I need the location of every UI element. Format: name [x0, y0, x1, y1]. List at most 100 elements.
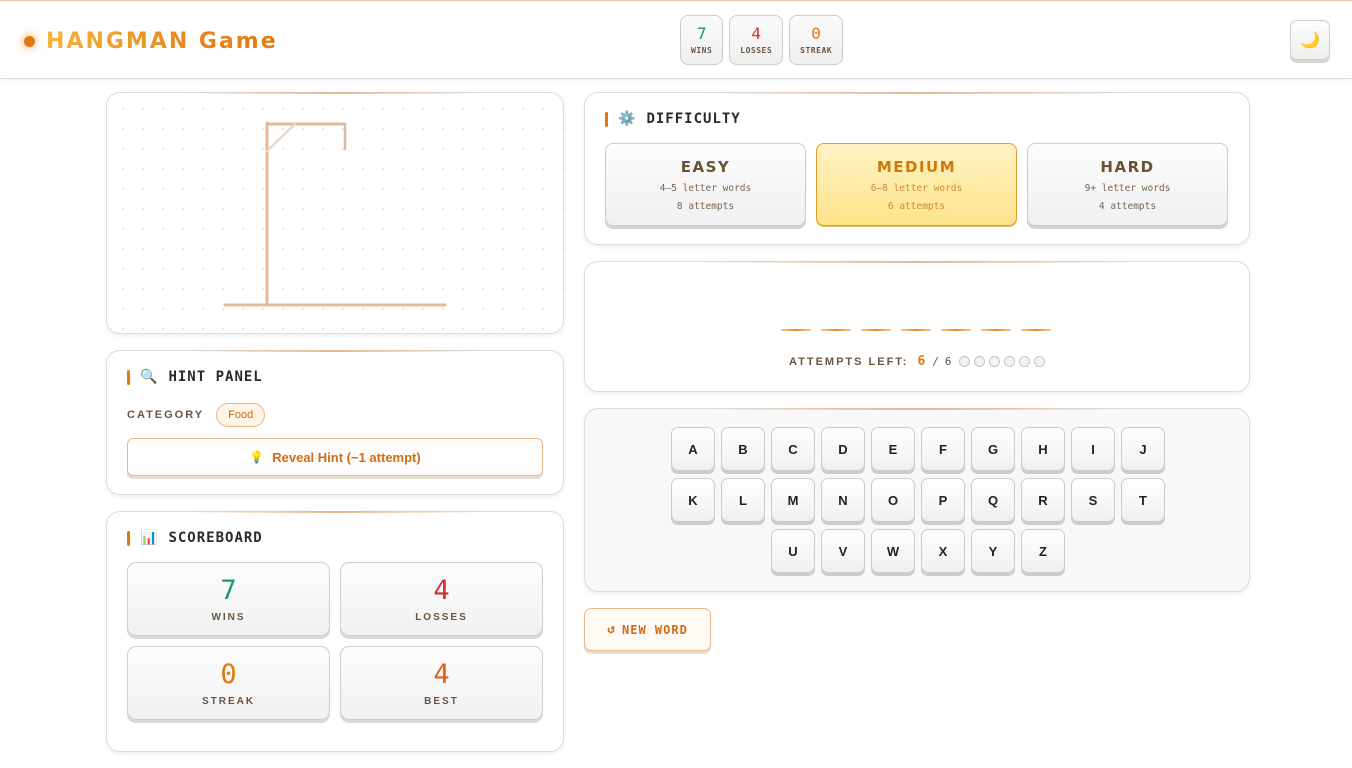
letter-slot: [981, 329, 1011, 331]
score-value: 4: [433, 658, 450, 690]
score-wins: 7 WINS: [127, 562, 330, 636]
attempt-dot: [1018, 356, 1030, 367]
scoreboard-title: 📊 SCOREBOARD: [127, 530, 263, 546]
letter-slot: [861, 329, 891, 331]
difficulty-easy-button[interactable]: EASY 4–5 letter words 8 attempts: [605, 143, 806, 226]
key-m[interactable]: M: [771, 478, 815, 522]
magnifier-icon: 🔍: [140, 369, 159, 385]
refresh-icon: ↺: [607, 622, 617, 637]
title-accent-bar: [127, 530, 130, 546]
category-row: CATEGORY Food: [127, 403, 266, 427]
key-e[interactable]: E: [871, 427, 915, 471]
word-letter-slots: [781, 329, 1051, 331]
key-o[interactable]: O: [871, 478, 915, 522]
scoreboard-panel: 📊 SCOREBOARD 7 WINS 4 LOSSES 0 STREAK 4 …: [106, 511, 564, 752]
header-stat-value: 0: [811, 24, 821, 43]
difficulty-attempts: 6 attempts: [887, 200, 946, 212]
key-b[interactable]: B: [721, 427, 765, 471]
key-z[interactable]: Z: [1021, 529, 1065, 573]
key-i[interactable]: I: [1071, 427, 1115, 471]
key-k[interactable]: K: [671, 478, 715, 522]
attempts-left-value: 6: [917, 354, 926, 369]
header-stat-label: LOSSES: [740, 46, 773, 55]
difficulty-words: 6–8 letter words: [870, 182, 963, 194]
reveal-hint-button[interactable]: 💡 Reveal Hint (−1 attempt): [127, 438, 543, 476]
key-d[interactable]: D: [821, 427, 865, 471]
scoreboard-heading: SCOREBOARD: [168, 530, 263, 546]
difficulty-medium-button[interactable]: MEDIUM 6–8 letter words 6 attempts: [816, 143, 1017, 226]
difficulty-title: ⚙️ DIFFICULTY: [605, 111, 741, 127]
app-logo: HANGMAN Game: [24, 27, 278, 55]
score-value: 0: [220, 658, 237, 690]
header-stat-value: 7: [696, 24, 707, 43]
key-u[interactable]: U: [771, 529, 815, 573]
key-r[interactable]: R: [1021, 478, 1065, 522]
header-stats: 7 WINS 4 LOSSES 0 STREAK: [680, 15, 844, 65]
key-q[interactable]: Q: [971, 478, 1015, 522]
key-h[interactable]: H: [1021, 427, 1065, 471]
keyboard-row: ABCDEFGHIJ: [585, 427, 1251, 471]
keyboard-row: UVWXYZ: [585, 529, 1251, 573]
difficulty-attempts: 8 attempts: [676, 200, 735, 212]
key-l[interactable]: L: [721, 478, 765, 522]
moon-icon: 🌙: [1300, 32, 1320, 49]
key-x[interactable]: X: [921, 529, 965, 573]
gear-icon: ⚙️: [618, 111, 637, 127]
difficulty-words: 4–5 letter words: [659, 182, 752, 194]
app-title: HANGMAN Game: [46, 28, 278, 54]
key-t[interactable]: T: [1121, 478, 1165, 522]
keyboard-row: KLMNOPQRST: [585, 478, 1251, 522]
key-w[interactable]: W: [871, 529, 915, 573]
word-panel: ATTEMPTS LEFT: 6 / 6: [584, 261, 1250, 392]
difficulty-heading: DIFFICULTY: [646, 111, 741, 127]
header-stat-streak: 0 STREAK: [789, 15, 844, 65]
attempt-dot: [958, 356, 970, 367]
gallows-panel: [106, 92, 564, 334]
key-p[interactable]: P: [921, 478, 965, 522]
key-y[interactable]: Y: [971, 529, 1015, 573]
letter-slot: [781, 329, 811, 331]
score-best: 4 BEST: [340, 646, 543, 720]
reveal-hint-label: Reveal Hint (−1 attempt): [272, 449, 421, 465]
key-f[interactable]: F: [921, 427, 965, 471]
bar-chart-icon: 📊: [140, 530, 159, 546]
score-label: STREAK: [201, 695, 256, 707]
attempts-dots: [958, 356, 1045, 367]
attempts-label: ATTEMPTS LEFT:: [789, 355, 909, 368]
score-label: BEST: [424, 695, 459, 707]
score-value: 4: [433, 574, 450, 606]
header-stat-losses: 4 LOSSES: [729, 15, 784, 65]
app-header: HANGMAN Game 7 WINS 4 LOSSES 0 STREAK 🌙: [0, 0, 1352, 79]
lightbulb-icon: 💡: [249, 450, 265, 464]
key-s[interactable]: S: [1071, 478, 1115, 522]
gallows-brace: [265, 122, 297, 153]
key-j[interactable]: J: [1121, 427, 1165, 471]
hint-panel-title: 🔍 HINT PANEL: [127, 369, 263, 385]
attempts-max-value: 6: [944, 355, 952, 368]
key-g[interactable]: G: [971, 427, 1015, 471]
difficulty-name: MEDIUM: [876, 157, 957, 176]
new-word-button[interactable]: ↺ NEW WORD: [584, 608, 711, 651]
difficulty-name: HARD: [1100, 157, 1155, 176]
score-streak: 0 STREAK: [127, 646, 330, 720]
category-label: CATEGORY: [127, 409, 205, 421]
gallows-drawing: [223, 121, 447, 307]
letter-slot: [901, 329, 931, 331]
attempt-dot: [1003, 356, 1015, 367]
header-stat-value: 4: [751, 24, 762, 43]
letter-slot: [941, 329, 971, 331]
score-label: WINS: [211, 611, 246, 623]
header-stat-label: STREAK: [800, 46, 833, 55]
key-c[interactable]: C: [771, 427, 815, 471]
key-n[interactable]: N: [821, 478, 865, 522]
theme-toggle-button[interactable]: 🌙: [1290, 20, 1330, 60]
logo-dot-icon: [24, 35, 35, 47]
header-stat-wins: 7 WINS: [680, 15, 724, 65]
key-v[interactable]: V: [821, 529, 865, 573]
letter-slot: [1021, 329, 1051, 331]
key-a[interactable]: A: [671, 427, 715, 471]
attempts-row: ATTEMPTS LEFT: 6 / 6: [789, 354, 1045, 369]
attempt-dot: [973, 356, 985, 367]
title-accent-bar: [605, 111, 608, 127]
difficulty-hard-button[interactable]: HARD 9+ letter words 4 attempts: [1027, 143, 1228, 226]
